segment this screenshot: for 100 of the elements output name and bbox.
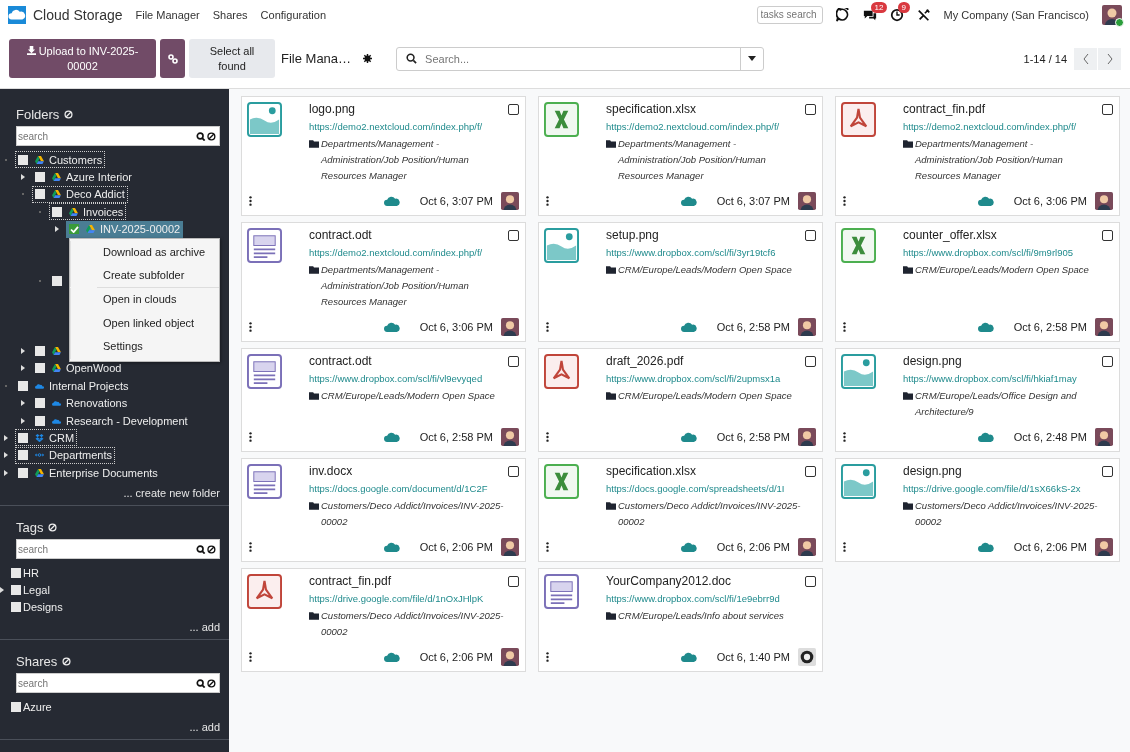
search-box[interactable]: search	[16, 539, 220, 560]
tag-label[interactable]: Legal	[23, 583, 50, 596]
more-options-icon[interactable]	[546, 196, 549, 206]
checkbox[interactable]	[805, 465, 816, 477]
more-options-icon[interactable]	[249, 432, 252, 442]
menu-item[interactable]: Shares	[212, 8, 248, 21]
more-options-icon[interactable]	[249, 322, 252, 332]
checkbox[interactable]	[508, 103, 519, 115]
clear-icon[interactable]	[64, 110, 74, 119]
clear-icon[interactable]	[62, 657, 72, 667]
more-options-icon[interactable]	[546, 322, 549, 332]
file-url-link[interactable]: https://demo2.nextcloud.com/index.php/f/	[309, 121, 519, 132]
folder-item[interactable]: Internal Projects	[15, 377, 132, 395]
file-card[interactable]: setup.png https://www.dropbox.com/scl/fi/3yr19tcf6 CRM/Europe/Leads/Modern Open Space Oct 6, 2:58 PM	[538, 222, 823, 342]
checkbox[interactable]	[508, 355, 519, 367]
file-url-link[interactable]: https://docs.google.com/document/d/1C2F	[309, 483, 519, 494]
add-link[interactable]: ... add	[189, 721, 220, 734]
file-url-link[interactable]: https://www.dropbox.com/scl/fi/2upmsx1a	[606, 373, 816, 384]
checkbox[interactable]	[508, 229, 519, 241]
more-options-icon[interactable]	[843, 542, 846, 552]
file-card[interactable]: contract_fin.pdf https://drive.google.com/file/d/1nOxJHlpK Customers/Deco Addict/Invoices/INV-2025-00002 Oct 6, 2:06 PM	[241, 568, 526, 672]
expand-caret-icon[interactable]	[21, 365, 25, 372]
folder-item[interactable]: CRM	[15, 429, 78, 447]
checkbox[interactable]	[35, 189, 45, 200]
tag-label[interactable]: Designs	[23, 600, 63, 613]
cloud-logo-icon[interactable]	[8, 5, 26, 24]
file-url-link[interactable]: https://www.dropbox.com/scl/fi/9m9rl905	[903, 247, 1113, 258]
checkbox[interactable]	[1102, 465, 1113, 477]
checkbox[interactable]	[18, 432, 28, 443]
context-menu-item[interactable]: Open in clouds	[70, 288, 219, 312]
more-options-icon[interactable]	[546, 542, 549, 552]
file-url-link[interactable]: https://drive.google.com/file/d/1sX66kS-2x	[903, 483, 1113, 494]
more-options-icon[interactable]	[249, 652, 252, 662]
caret-icon[interactable]	[748, 56, 757, 61]
more-options-icon[interactable]	[546, 432, 549, 442]
checkbox[interactable]	[35, 346, 45, 356]
expand-caret-icon[interactable]	[21, 400, 25, 407]
file-card[interactable]: contract_fin.pdf https://demo2.nextcloud.com/index.php/f/ Departments/Management - Administration/Job Position/Human Resources Manager Oct 6, 3:06 PM	[835, 96, 1120, 216]
folder-item[interactable]: Customers	[15, 151, 106, 169]
context-menu-item[interactable]: Download as archive	[70, 240, 219, 264]
settings-icon[interactable]	[363, 54, 373, 63]
file-card[interactable]: design.png https://www.dropbox.com/scl/fi/hkiaf1may CRM/Europe/Leads/Office Design and Architecture/9 Oct 6, 2:48 PM	[835, 348, 1120, 452]
expand-caret-icon[interactable]	[4, 469, 8, 476]
clear-icon[interactable]	[48, 523, 58, 533]
checkbox[interactable]	[52, 206, 62, 217]
checkbox[interactable]	[805, 229, 816, 241]
file-url-link[interactable]: https://www.dropbox.com/scl/fi/1e9ebrr9d	[606, 593, 816, 604]
more-options-icon[interactable]	[249, 196, 252, 206]
file-card[interactable]: contract.odt https://demo2.nextcloud.com/index.php/f/ Departments/Management - Administration/Job Position/Human Resources Manager Oct 6, 3:06 PM	[241, 222, 526, 342]
checkbox[interactable]	[11, 584, 21, 595]
checkbox[interactable]	[805, 103, 816, 115]
menu-item[interactable]: File Manager	[135, 8, 200, 21]
select-all-button[interactable]: Select all found	[189, 39, 275, 78]
folder-item[interactable]: Enterprise Documents	[15, 464, 161, 482]
file-card[interactable]: logo.png https://demo2.nextcloud.com/index.php/f/ Departments/Management - Administration/Job Position/Human Resources Manager Oct 6, 3:07 PM	[241, 96, 526, 216]
file-card[interactable]: draft_2026.pdf https://www.dropbox.com/scl/fi/2upmsx1a CRM/Europe/Leads/Modern Open Space Oct 6, 2:58 PM	[538, 348, 823, 452]
checkbox[interactable]	[1102, 355, 1113, 367]
folder-item[interactable]: Deco Addict	[32, 185, 128, 203]
checkbox[interactable]	[35, 363, 45, 374]
file-url-link[interactable]: https://drive.google.com/file/d/1nOxJHlpK	[309, 593, 519, 604]
folder-item[interactable]: Renovations	[32, 394, 131, 412]
checkbox[interactable]	[11, 701, 21, 712]
add-link[interactable]: ... add	[189, 621, 220, 634]
checkbox[interactable]	[508, 575, 519, 587]
more-options-icon[interactable]	[843, 196, 846, 206]
checkbox[interactable]	[805, 575, 816, 587]
checkbox[interactable]	[18, 450, 28, 461]
expand-caret-icon[interactable]	[21, 174, 25, 181]
search-box[interactable]: Search...	[396, 46, 765, 71]
checkbox[interactable]	[35, 398, 45, 409]
checkbox[interactable]	[1102, 229, 1113, 241]
company-name[interactable]: My Company (San Francisco)	[943, 8, 1089, 21]
file-url-link[interactable]: https://www.dropbox.com/scl/fi/hkiaf1may	[903, 373, 1113, 384]
file-url-link[interactable]: https://demo2.nextcloud.com/index.php/f/	[309, 247, 519, 258]
file-url-link[interactable]: https://demo2.nextcloud.com/index.php/f/	[903, 121, 1113, 132]
checkbox[interactable]	[35, 172, 45, 183]
file-card[interactable]: YourCompany2012.doc https://www.dropbox.com/scl/fi/1e9ebrr9d CRM/Europe/Leads/Info about services Oct 6, 1:40 PM	[538, 568, 823, 672]
folder-item[interactable]: INV-2025-00002	[66, 220, 184, 238]
checkbox[interactable]	[508, 465, 519, 477]
folder-item[interactable]: Invoices	[49, 203, 127, 221]
checkbox[interactable]	[11, 567, 21, 578]
expand-caret-icon[interactable]	[55, 226, 59, 233]
context-menu-item[interactable]: Settings	[70, 335, 219, 359]
checkbox[interactable]	[69, 224, 79, 235]
expand-caret-icon[interactable]	[4, 452, 8, 459]
checkbox[interactable]	[52, 276, 62, 287]
context-menu-item[interactable]: Open linked object	[70, 311, 219, 336]
folder-search-box[interactable]: search	[16, 126, 220, 146]
tasks-search-field[interactable]: tasks search	[756, 5, 823, 24]
expand-caret-icon[interactable]	[21, 348, 25, 354]
more-options-icon[interactable]	[843, 432, 846, 442]
more-options-icon[interactable]	[249, 542, 252, 552]
app-name[interactable]: Cloud Storage	[33, 6, 123, 23]
search-box[interactable]: search	[16, 673, 220, 694]
more-options-icon[interactable]	[843, 322, 846, 332]
upload-button[interactable]: Upload to INV-2025-00002	[9, 39, 156, 78]
checkbox[interactable]	[35, 415, 45, 426]
menu-item[interactable]: Configuration	[260, 8, 326, 21]
file-card[interactable]: design.png https://drive.google.com/file/d/1sX66kS-2x Customers/Deco Addict/Invoices/INV-2025-00002 Oct 6, 2:06 PM	[835, 458, 1120, 562]
create-folder-link[interactable]: ... create new folder	[123, 487, 220, 500]
